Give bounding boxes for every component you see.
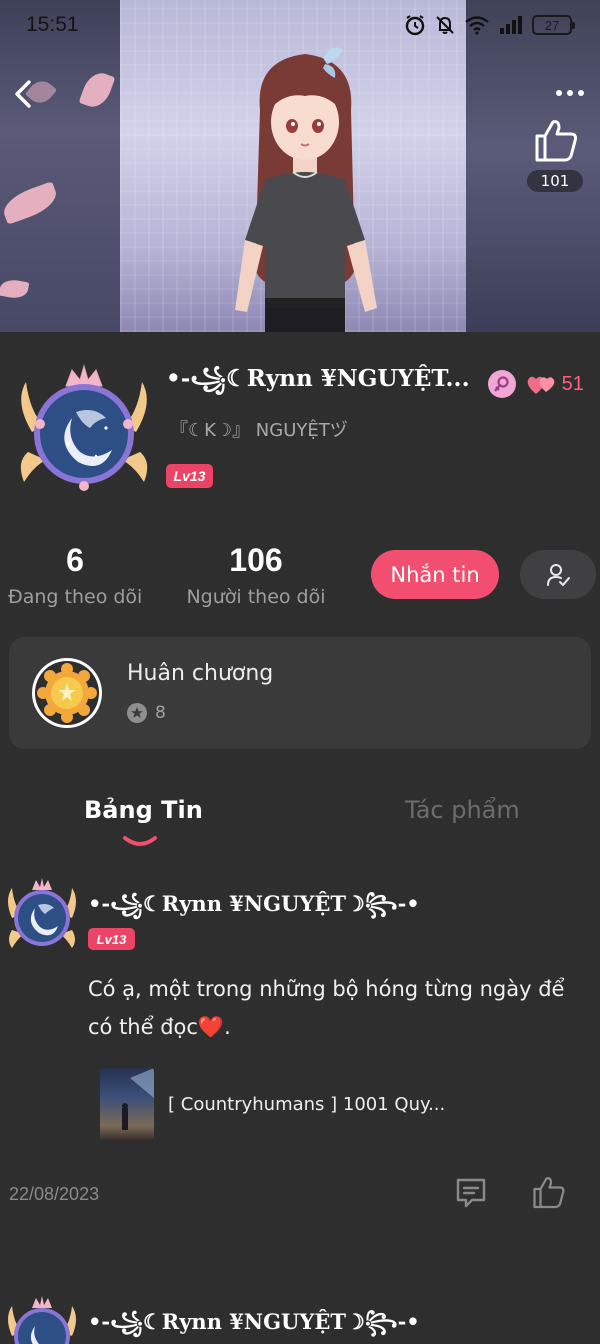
female-icon [487, 370, 516, 398]
more-dot [567, 90, 573, 96]
tab-news-feed[interactable]: Bảng Tin [84, 796, 203, 824]
level-badge: Lv13 [166, 464, 213, 488]
following-stat[interactable]: 6 Đang theo dõi [8, 540, 142, 608]
active-tab-indicator [123, 836, 157, 846]
medals-title: Huân chương [127, 661, 274, 686]
comment-icon [456, 1178, 486, 1208]
post-text: Có ạ, một trong những bộ hóng từng ngày … [88, 977, 565, 1039]
like-count: 101 [527, 170, 583, 192]
tab-works[interactable]: Tác phẩm [405, 796, 520, 824]
alarm-icon [405, 15, 425, 36]
avatar-frame [20, 364, 148, 491]
post-date: 22/08/2023 [9, 1184, 100, 1204]
thumbs-up-icon [533, 1177, 565, 1209]
username: •-꧁☾𝐑𝐲𝐧𝐧 ¥NGUYỆT... [166, 364, 470, 392]
post-like-button[interactable] [528, 1172, 568, 1212]
status-time: 15:51 [26, 13, 79, 36]
medals-card[interactable]: Huân chương 8 [9, 637, 591, 749]
medals-count: 8 [155, 703, 166, 723]
follow-status-button[interactable] [520, 550, 596, 599]
post-author-name[interactable]: •-꧁☾𝐑𝐲𝐧𝐧 ¥NGUYỆT☽꧂-• [88, 1306, 420, 1344]
comment-button[interactable] [452, 1174, 490, 1212]
avatar[interactable] [14, 362, 154, 498]
user-check-icon [547, 563, 570, 586]
profile-like-button[interactable]: 101 [526, 116, 584, 192]
more-options-button[interactable] [548, 80, 592, 106]
user-alias: 『☾K☽』 NGUYỆTヅ [170, 420, 348, 441]
followers-label: Người theo dõi [186, 586, 326, 608]
post-author-avatar[interactable] [4, 1296, 80, 1344]
post-level-badge: Lv13 [88, 928, 135, 950]
linked-story-title: [ Countryhumans ] 1001 Quy... [168, 1093, 446, 1115]
hearts-icon [526, 372, 558, 396]
thumbs-up-icon [535, 120, 577, 162]
post-author-avatar[interactable] [4, 878, 80, 952]
star-circle-icon [127, 703, 147, 723]
anime-girl-illustration [235, 47, 377, 332]
book-cover-thumbnail [100, 1068, 154, 1140]
medals-count-row: 8 [127, 703, 166, 723]
message-button[interactable]: Nhắn tin [371, 550, 499, 599]
following-count: 6 [66, 542, 84, 578]
back-chevron-icon [15, 80, 31, 108]
fans-count: 51 [561, 372, 584, 395]
back-button[interactable] [8, 74, 38, 114]
followers-count: 106 [229, 542, 283, 578]
linked-story[interactable]: [ Countryhumans ] 1001 Quy... [100, 1068, 445, 1140]
status-icons: 27 [404, 14, 575, 36]
sun-medal-icon [32, 658, 102, 728]
followers-stat[interactable]: 106 Người theo dõi [184, 540, 328, 608]
wifi-icon [465, 16, 489, 35]
following-label: Đang theo dõi [8, 586, 143, 608]
signal-icon [500, 16, 522, 34]
username-row: •-꧁☾𝐑𝐲𝐧𝐧 ¥NGUYỆT... 51 [166, 364, 596, 404]
post-author-name[interactable]: •-꧁☾𝐑𝐲𝐧𝐧 ¥NGUYỆT☽꧂-• [88, 888, 420, 931]
battery-icon: 27 [532, 15, 575, 35]
more-dot [578, 90, 584, 96]
more-dot [556, 90, 562, 96]
mute-icon [436, 16, 454, 34]
status-bar: 15:51 27 [0, 0, 600, 50]
